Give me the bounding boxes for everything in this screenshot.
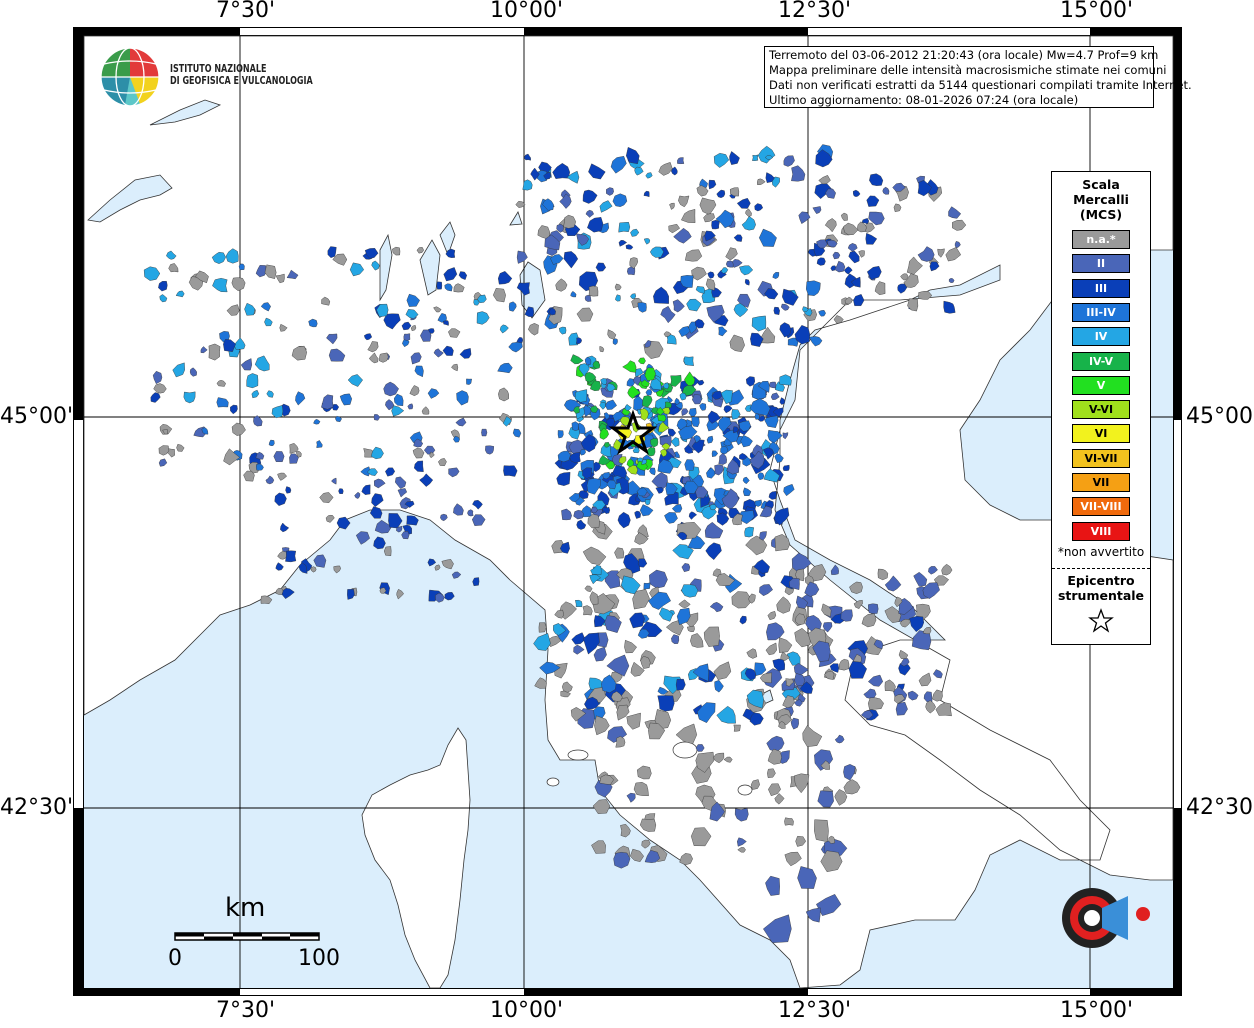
lon-label-top-2: 10°00': [490, 0, 564, 23]
municipality-area: [403, 333, 411, 341]
municipality-area: [481, 428, 488, 437]
legend-item: V-VI: [1072, 400, 1130, 420]
legend-title-line-1: Scala: [1082, 177, 1120, 192]
municipality-area: [814, 819, 829, 843]
municipality-area: [677, 157, 685, 165]
legend-item: II: [1072, 254, 1130, 274]
legend-title: Scala Mercalli (MCS): [1052, 177, 1150, 222]
municipality-area: [588, 285, 599, 297]
event-info-line-3: Dati non verificati estratti da 5144 que…: [769, 78, 1192, 92]
municipality-area: [571, 421, 579, 431]
legend-title-line-3: (MCS): [1079, 207, 1123, 222]
mcs-legend: Scala Mercalli (MCS) n.a.* II III III-IV IV I…: [1051, 171, 1151, 645]
legend-title-line-2: Mercalli: [1073, 192, 1129, 207]
legend-item: IV: [1072, 327, 1130, 347]
municipality-area: [733, 724, 741, 732]
institute-name: ISTITUTO NAZIONALE DI GEOFISICA E VULCAN…: [170, 63, 313, 87]
event-info-line-4: Ultimo aggiornamento: 08-01-2026 07:24 (…: [769, 93, 1079, 107]
municipality-area: [584, 294, 592, 302]
legend-item: IV-V: [1072, 351, 1130, 371]
municipality-area: [485, 445, 495, 455]
municipality-area: [538, 622, 547, 633]
legend-epicenter-line-2: strumentale: [1057, 588, 1145, 603]
municipality-area: [643, 582, 651, 590]
municipality-area: [711, 219, 720, 230]
municipality-area: [238, 263, 245, 271]
municipality-area: [183, 391, 196, 404]
municipality-area: [773, 306, 780, 315]
municipality-area: [644, 499, 651, 506]
municipality-area: [757, 472, 765, 481]
municipality-area: [575, 599, 583, 608]
municipality-area: [285, 550, 297, 563]
legend-item: III: [1072, 278, 1130, 298]
legend-item: n.a.*: [1072, 230, 1130, 249]
municipality-area: [725, 260, 734, 268]
legend-star-icon: [1088, 608, 1114, 633]
legend-epicenter-label: Epicentro strumentale: [1052, 573, 1150, 603]
municipality-area: [338, 488, 344, 494]
lat-label-left-2: 42°30': [0, 795, 74, 820]
municipality-area: [657, 414, 667, 422]
event-info-line-1: Terremoto del 03-06-2012 21:20:43 (ora l…: [769, 48, 1159, 62]
municipality-area: [680, 275, 694, 288]
scale-start: 0: [168, 946, 182, 971]
municipality-area: [769, 381, 777, 389]
scale-bar: [174, 932, 320, 941]
legend-item: VIII: [1072, 521, 1130, 541]
legend-item: VI: [1072, 424, 1130, 444]
lon-label-bottom-4: 15°00': [1060, 998, 1134, 1023]
legend-item: III-IV: [1072, 302, 1130, 322]
legend-item: VI-VII: [1072, 448, 1130, 468]
institute-line-1: ISTITUTO NAZIONALE: [170, 63, 267, 75]
lon-label-top-1: 7°30': [216, 0, 276, 23]
municipality-area: [208, 343, 221, 361]
municipality-area: [618, 221, 631, 233]
lon-label-bottom-1: 7°30': [216, 998, 276, 1023]
institute-line-2: DI GEOFISICA E VULCANOLOGIA: [170, 75, 313, 87]
lon-label-top-4: 15°00': [1060, 0, 1134, 23]
municipality-area: [784, 817, 794, 826]
municipality-area: [709, 504, 717, 511]
ingv-logo-icon: [100, 47, 160, 107]
municipality-area: [503, 465, 518, 477]
legend-item: VII-VIII: [1072, 497, 1130, 517]
municipality-area: [754, 413, 760, 420]
municipality-area: [683, 356, 694, 366]
municipality-area: [246, 373, 259, 389]
lon-label-bottom-3: 12°30': [778, 998, 852, 1023]
lat-label-right-1: 45°00': [1186, 404, 1254, 429]
macroseismic-map: 7°30' 10°00' 12°30' 15°00' 7°30' 10°00' …: [0, 0, 1254, 1024]
municipality-area: [684, 459, 695, 471]
event-info-box: Terremoto del 03-06-2012 21:20:43 (ora l…: [764, 46, 1192, 108]
legend-item: V: [1072, 375, 1130, 395]
municipality-area: [868, 603, 879, 614]
event-info-line-2: Mappa preliminare delle intensità macros…: [769, 63, 1167, 77]
lon-label-top-3: 12°30': [778, 0, 852, 23]
legend-note: *non avvertito: [1057, 545, 1145, 559]
municipality-area: [752, 154, 759, 161]
lat-label-right-2: 42°30': [1186, 795, 1254, 820]
municipality-area: [657, 695, 675, 712]
legend-epicenter-line-1: Epicentro: [1067, 573, 1135, 588]
municipality-area: [744, 526, 755, 538]
scale-unit: km: [225, 893, 266, 923]
legend-item: VII: [1072, 473, 1130, 492]
legend-separator: [1052, 568, 1150, 569]
lat-label-left-1: 45°00': [0, 404, 74, 429]
municipality-area: [691, 416, 700, 428]
scale-end: 100: [298, 946, 340, 971]
lon-label-bottom-2: 10°00': [490, 998, 564, 1023]
municipality-area: [436, 281, 443, 290]
municipality-area: [782, 464, 790, 472]
